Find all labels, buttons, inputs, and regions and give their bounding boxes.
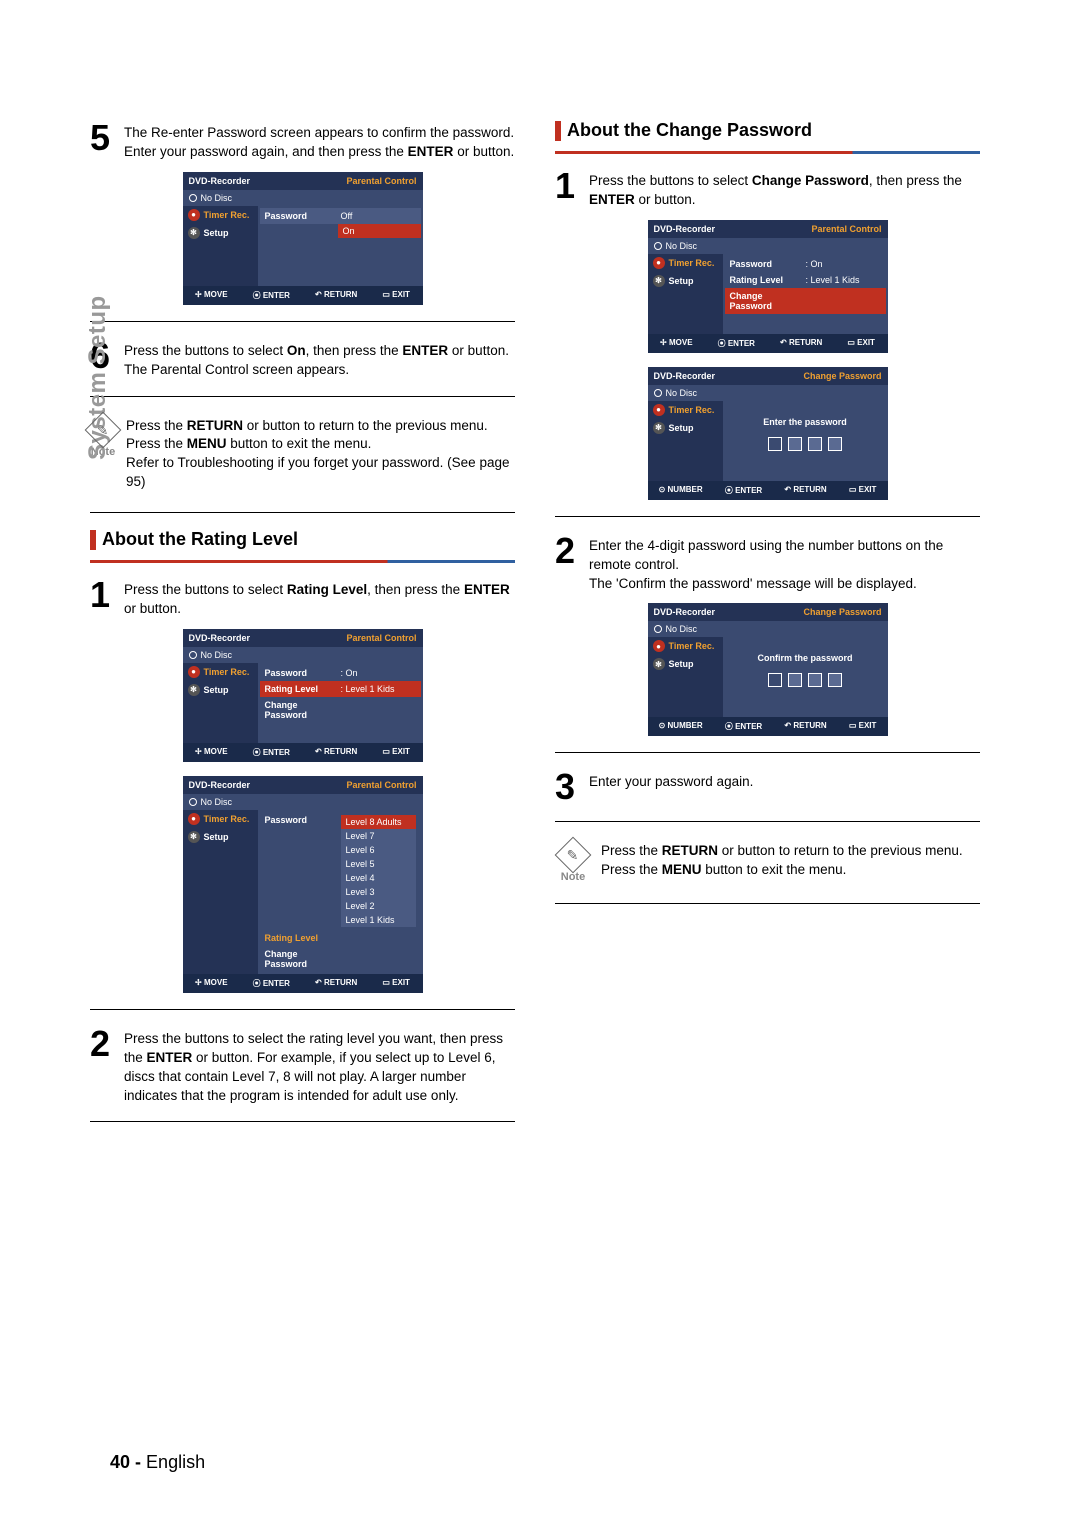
note-icon: ✎ — [555, 837, 592, 874]
disc-icon — [654, 242, 662, 250]
osd-enter-password: DVD-RecorderChange Password No Disc ●Tim… — [648, 367, 888, 500]
gear-icon: ✼ — [653, 275, 665, 287]
osd-password-offon: DVD-RecorderParental Control No Disc ●Ti… — [183, 172, 423, 305]
osd-change-password-menu: DVD-RecorderParental Control No Disc ●Ti… — [648, 220, 888, 353]
timer-icon: ● — [653, 257, 665, 269]
disc-icon — [654, 625, 662, 633]
step-text: Press the buttons to select Change Passw… — [589, 168, 980, 210]
timer-icon: ● — [188, 209, 200, 221]
gear-icon: ✼ — [188, 831, 200, 843]
disc-icon — [189, 651, 197, 659]
step-text: Enter your password again. — [589, 769, 753, 792]
disc-icon — [189, 798, 197, 806]
timer-icon: ● — [653, 640, 665, 652]
step-number: 3 — [555, 769, 581, 805]
gear-icon: ✼ — [188, 227, 200, 239]
red-bar-icon — [90, 530, 96, 550]
disc-icon — [189, 194, 197, 202]
note-block: ✎ Note Press the RETURN or button to ret… — [555, 838, 980, 887]
timer-icon: ● — [653, 404, 665, 416]
step-text: Press the buttons to select the rating l… — [124, 1026, 515, 1106]
step-text: Enter the 4-digit password using the num… — [589, 533, 980, 594]
red-bar-icon — [555, 121, 561, 141]
step-5: 5 The Re-enter Password screen appears t… — [90, 120, 515, 162]
osd-rating-selected: DVD-RecorderParental Control No Disc ●Ti… — [183, 629, 423, 762]
osd-confirm-password: DVD-RecorderChange Password No Disc ●Tim… — [648, 603, 888, 736]
timer-icon: ● — [188, 813, 200, 825]
step-6: 6 Press the buttons to select On, then p… — [90, 338, 515, 380]
heading-change-password: About the Change Password — [555, 120, 980, 141]
step-number: 5 — [90, 120, 116, 156]
step-text: Press the buttons to select Rating Level… — [124, 577, 515, 619]
osd-rating-list: DVD-RecorderParental Control No Disc ●Ti… — [183, 776, 423, 993]
step-number: 1 — [555, 168, 581, 204]
change-step-3: 3 Enter your password again. — [555, 769, 980, 805]
heading-rating-level: About the Rating Level — [90, 529, 515, 550]
step-number: 2 — [555, 533, 581, 569]
rating-step-1: 1 Press the buttons to select Rating Lev… — [90, 577, 515, 619]
timer-icon: ● — [188, 666, 200, 678]
rating-step-2: 2 Press the buttons to select the rating… — [90, 1026, 515, 1106]
gear-icon: ✼ — [653, 422, 665, 434]
step-number: 2 — [90, 1026, 116, 1062]
change-step-2: 2 Enter the 4-digit password using the n… — [555, 533, 980, 594]
note-block: ✎ Note Press the RETURN or button to ret… — [90, 413, 515, 497]
step-text: The Re-enter Password screen appears to … — [124, 120, 515, 162]
step-text: Press the buttons to select On, then pre… — [124, 338, 509, 380]
change-step-1: 1 Press the buttons to select Change Pas… — [555, 168, 980, 210]
left-column: 5 The Re-enter Password screen appears t… — [90, 120, 515, 1461]
step-number: 1 — [90, 577, 116, 613]
gear-icon: ✼ — [188, 684, 200, 696]
page-footer: 40 - English — [110, 1452, 205, 1473]
disc-icon — [654, 389, 662, 397]
gear-icon: ✼ — [653, 658, 665, 670]
right-column: About the Change Password 1 Press the bu… — [555, 120, 980, 1461]
